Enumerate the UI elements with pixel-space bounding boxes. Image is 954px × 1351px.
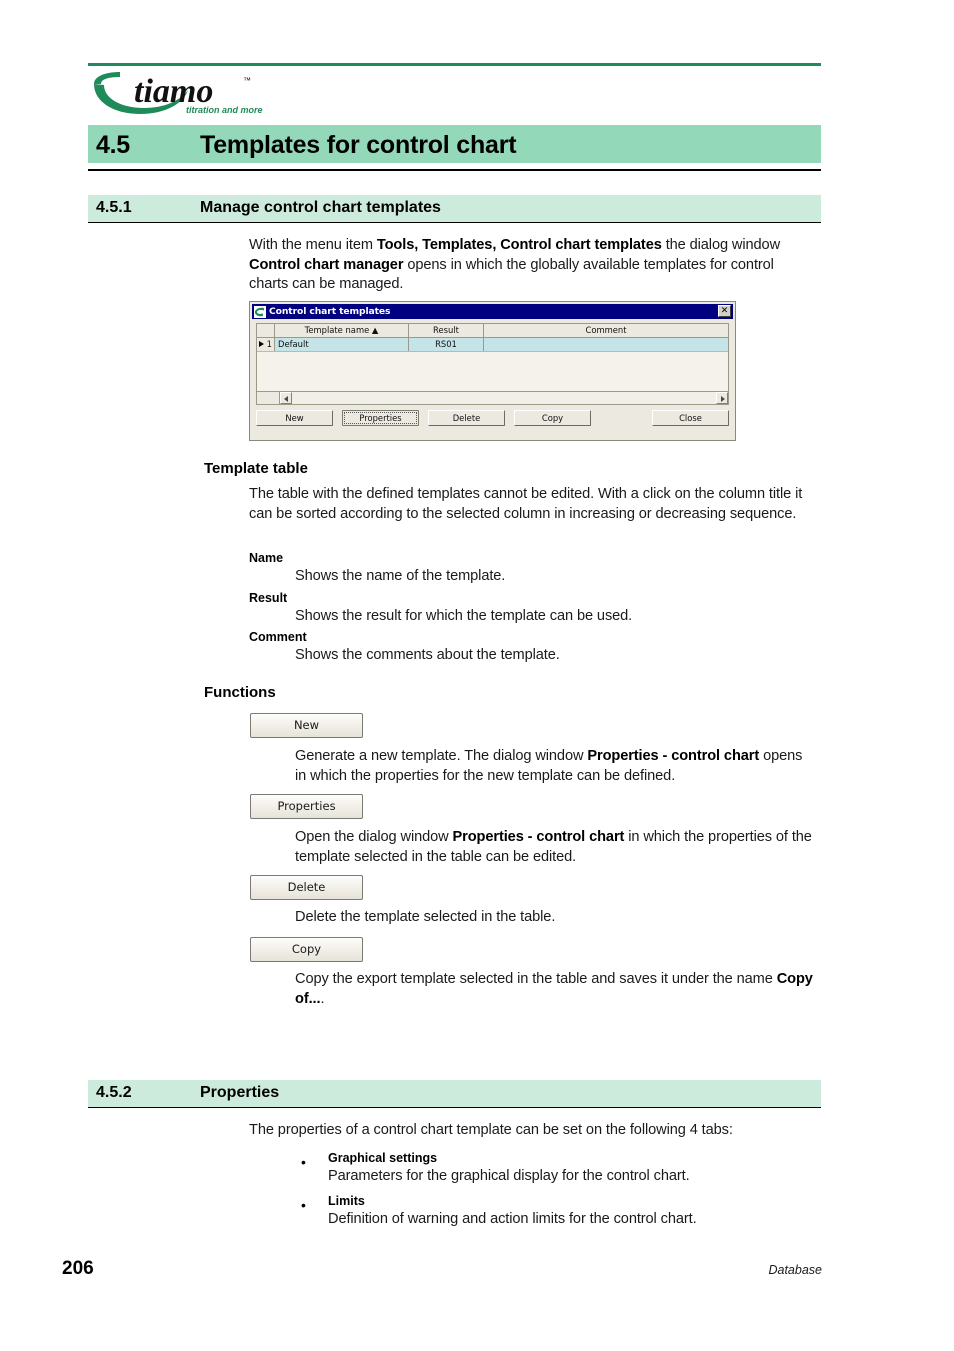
cell-comment bbox=[484, 338, 728, 351]
dialog-delete-button[interactable]: Delete bbox=[428, 410, 505, 426]
copy-description: Copy the export template selected in the… bbox=[295, 970, 817, 1009]
dialog-properties-button[interactable]: Properties bbox=[342, 410, 419, 426]
header-rule bbox=[88, 63, 821, 66]
grid-header-result[interactable]: Result bbox=[409, 324, 484, 337]
properties-intro: The properties of a control chart templa… bbox=[249, 1122, 733, 1138]
bullet-text-limits: Definition of warning and action limits … bbox=[328, 1211, 697, 1227]
tiamo-logo: tiamo ™ titration and more bbox=[88, 70, 328, 118]
copy-desc-text-2: . bbox=[320, 990, 325, 1007]
delete-description: Delete the template selected in the tabl… bbox=[295, 909, 556, 925]
intro-paragraph: With the menu item Tools, Templates, Con… bbox=[249, 236, 815, 295]
grid-header-indicator[interactable] bbox=[257, 324, 275, 337]
intro-dialog-name: Control chart manager bbox=[249, 256, 404, 273]
def-label-result: Result bbox=[249, 591, 288, 605]
bullet-text-graphical-settings: Parameters for the graphical display for… bbox=[328, 1168, 690, 1184]
document-page: tiamo ™ titration and more 4.5 Templates… bbox=[0, 0, 954, 1351]
new-desc-text-1: Generate a new template. The dialog wind… bbox=[295, 748, 588, 764]
section-heading-4-5: 4.5 Templates for control chart bbox=[88, 125, 821, 163]
section-title: Templates for control chart bbox=[200, 131, 517, 159]
prop-desc-text-1: Open the dialog window bbox=[295, 829, 453, 845]
dialog-button-bar: New Properties Delete Copy Close bbox=[256, 410, 729, 426]
delete-button[interactable]: Delete bbox=[250, 875, 363, 900]
grid-empty-area bbox=[257, 352, 728, 393]
bullet-label-limits: Limits bbox=[328, 1194, 365, 1208]
properties-button[interactable]: Properties bbox=[250, 794, 363, 819]
properties-description: Open the dialog window Properties - cont… bbox=[295, 828, 815, 867]
functions-heading: Functions bbox=[204, 684, 276, 701]
new-description: Generate a new template. The dialog wind… bbox=[295, 747, 815, 786]
def-label-comment: Comment bbox=[249, 630, 307, 644]
dialog-titlebar: Control chart templates ✕ bbox=[252, 304, 733, 319]
grid-horizontal-scrollbar[interactable] bbox=[257, 391, 728, 404]
svg-text:™: ™ bbox=[243, 76, 251, 85]
section-heading-rule bbox=[88, 169, 821, 171]
row-selector-arrow-icon bbox=[259, 341, 264, 347]
intro-menu-path: Tools, Templates, Control chart template… bbox=[376, 237, 662, 253]
templates-grid[interactable]: Template name ▲ Result Comment 1 Default… bbox=[256, 323, 729, 405]
subsection-title: Manage control chart templates bbox=[200, 199, 441, 216]
section-heading-4-5-2: 4.5.2 Properties bbox=[88, 1080, 821, 1107]
scrollbar-corner bbox=[257, 392, 280, 404]
prop-desc-dialog-name: Properties - control chart bbox=[452, 829, 625, 845]
grid-header-comment[interactable]: Comment bbox=[484, 324, 728, 337]
control-chart-templates-dialog: Control chart templates ✕ Template name … bbox=[249, 301, 736, 441]
section-heading-4-5-1: 4.5.1 Manage control chart templates bbox=[88, 195, 821, 222]
page-number: 206 bbox=[62, 1258, 94, 1279]
new-button[interactable]: New bbox=[250, 713, 363, 738]
row-indicator: 1 bbox=[257, 338, 275, 351]
close-icon[interactable]: ✕ bbox=[718, 305, 731, 317]
subsection-number: 4.5.1 bbox=[96, 199, 132, 216]
row-number: 1 bbox=[266, 339, 272, 349]
grid-header-row: Template name ▲ Result Comment bbox=[257, 324, 728, 338]
def-label-name: Name bbox=[249, 551, 284, 565]
subsection-heading-rule bbox=[88, 222, 821, 223]
intro-text-1: With the menu item bbox=[249, 237, 377, 253]
def-text-comment: Shows the comments about the template. bbox=[295, 647, 560, 663]
copy-button[interactable]: Copy bbox=[250, 937, 363, 962]
cell-result: RS01 bbox=[409, 338, 484, 351]
dialog-copy-button[interactable]: Copy bbox=[514, 410, 591, 426]
def-text-name: Shows the name of the template. bbox=[295, 568, 506, 584]
subsection-452-heading-rule bbox=[88, 1107, 821, 1108]
template-table-body: The table with the defined templates can… bbox=[249, 486, 803, 522]
template-table-heading: Template table bbox=[204, 460, 308, 477]
cell-template-name: Default bbox=[275, 338, 409, 351]
bullet-glyph-1: • bbox=[301, 1154, 306, 1170]
copy-desc-text-1: Copy the export template selected in the… bbox=[295, 971, 777, 987]
subsection-452-number: 4.5.2 bbox=[96, 1084, 132, 1101]
table-row[interactable]: 1 Default RS01 bbox=[257, 338, 728, 352]
scroll-right-icon[interactable] bbox=[716, 392, 728, 404]
dialog-new-button[interactable]: New bbox=[256, 410, 333, 426]
intro-text-2: the dialog window bbox=[661, 237, 781, 253]
subsection-452-title: Properties bbox=[200, 1084, 280, 1101]
section-number: 4.5 bbox=[96, 131, 130, 159]
dialog-close-button[interactable]: Close bbox=[652, 410, 729, 426]
footer-chapter: Database bbox=[768, 1263, 822, 1277]
scrollbar-track[interactable] bbox=[292, 392, 716, 404]
scroll-left-icon[interactable] bbox=[280, 392, 292, 404]
def-text-result: Shows the result for which the template … bbox=[295, 608, 633, 624]
bullet-glyph-2: • bbox=[301, 1197, 306, 1213]
tiamo-c-icon bbox=[254, 305, 266, 318]
dialog-title-text: Control chart templates bbox=[269, 306, 391, 317]
bullet-label-graphical-settings: Graphical settings bbox=[328, 1151, 438, 1165]
new-desc-dialog-name: Properties - control chart bbox=[587, 748, 760, 764]
grid-header-template-name[interactable]: Template name ▲ bbox=[275, 324, 409, 337]
svg-text:titration and more: titration and more bbox=[186, 105, 263, 115]
